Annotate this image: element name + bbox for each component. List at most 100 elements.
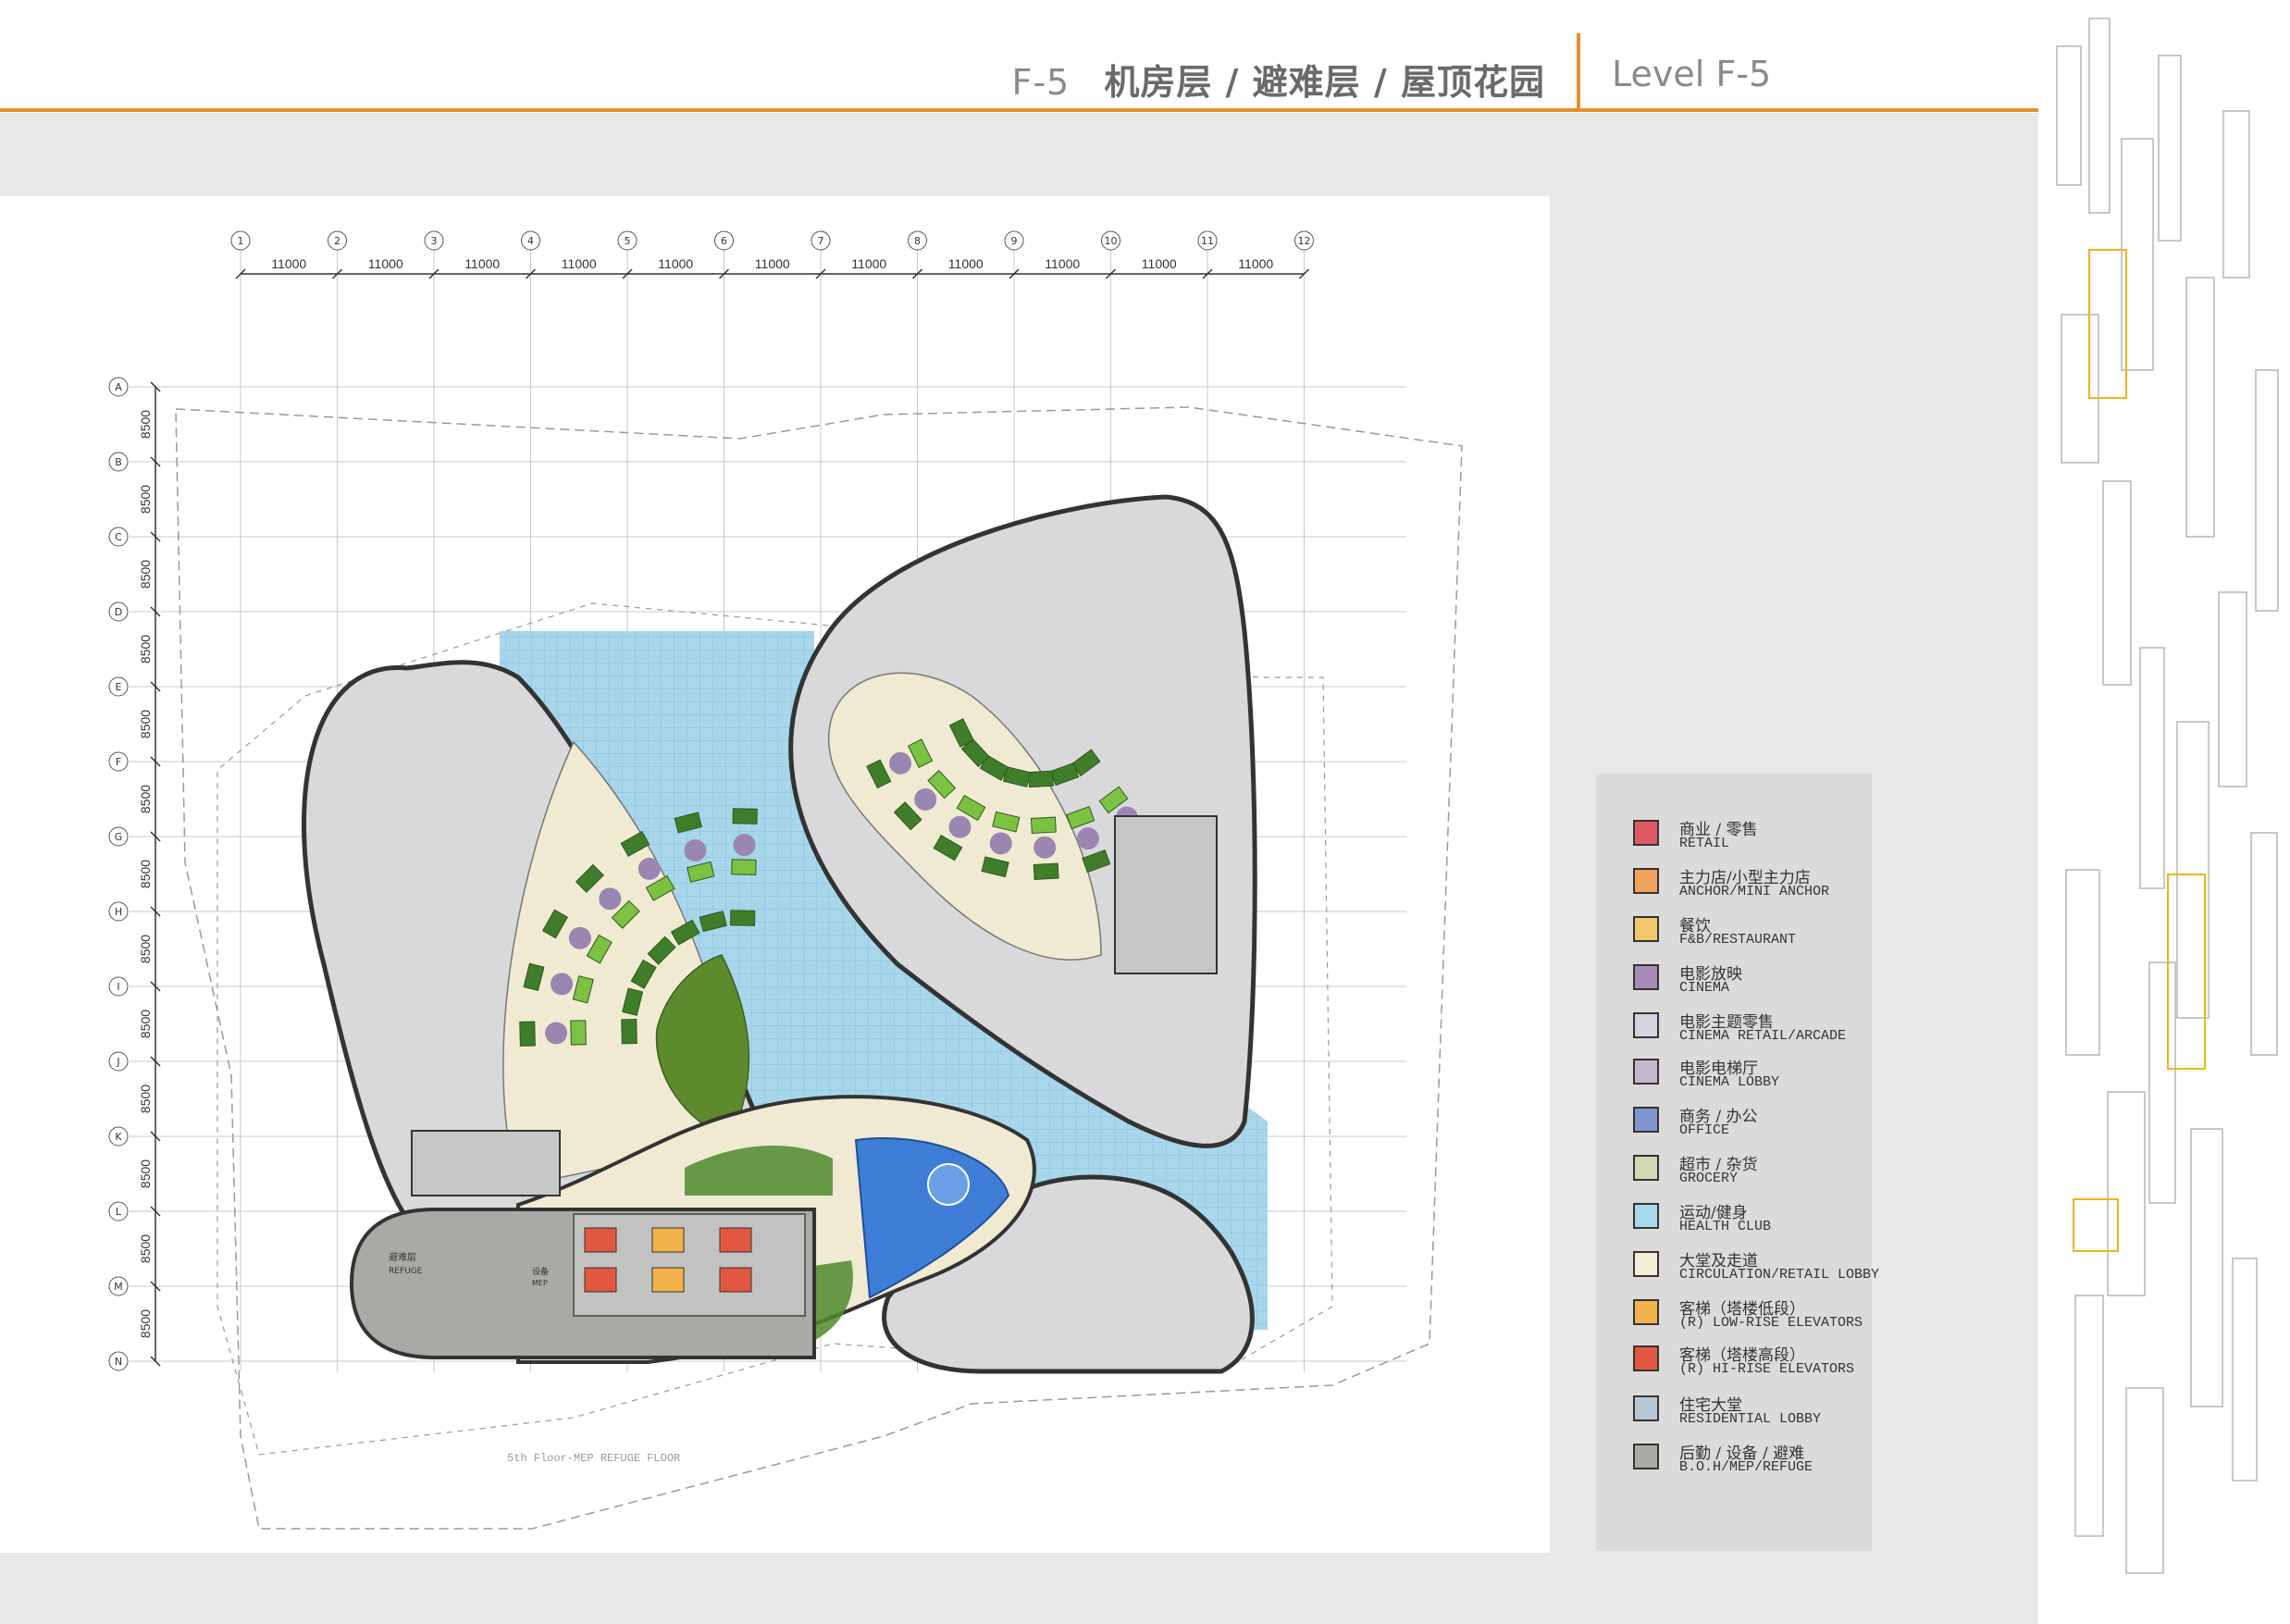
decorative-frame: [2107, 1091, 2146, 1296]
legend-label-en: RESIDENTIAL LOBBY: [1679, 1411, 1822, 1427]
planter: [1028, 770, 1055, 788]
row-dimension: 8500: [138, 560, 153, 589]
legend-swatch: [1633, 916, 1659, 942]
hi-rise-elevator: [719, 1267, 752, 1293]
legend-item: 住宅大堂 RESIDENTIAL LOBBY: [1633, 1392, 1864, 1436]
decorative-frame: [2232, 1258, 2258, 1481]
legend-item: 主力店/小型主力店 ANCHOR/MINI ANCHOR: [1633, 864, 1864, 909]
decorative-frame: [2065, 869, 2100, 1056]
planter: [519, 1021, 536, 1047]
column-dimension: 11000: [1142, 256, 1177, 271]
fountain: [927, 1163, 970, 1206]
legend-label-en: F&B/RESTAURANT: [1679, 932, 1797, 948]
tree: [545, 1022, 568, 1045]
refuge-label-zh: 避难层: [389, 1251, 416, 1263]
tree: [551, 973, 574, 996]
legend-item: 电影主题零售 CINEMA RETAIL/ARCADE: [1633, 1009, 1864, 1053]
decorative-accent-frame: [2073, 1198, 2119, 1252]
grid-column-label: 8: [914, 235, 921, 247]
legend-swatch: [1633, 1395, 1659, 1421]
legend-item: 后勤 / 设备 / 避难 B.O.H/MEP/REFUGE: [1633, 1440, 1864, 1484]
legend-item: 电影放映 CINEMA: [1633, 961, 1864, 1005]
title-divider: [1577, 33, 1580, 111]
legend-label-en: GROCERY: [1679, 1171, 1739, 1186]
legend-swatch: [1633, 1203, 1659, 1229]
legend-label-en: (R) LOW-RISE ELEVATORS: [1679, 1315, 1863, 1331]
grid-row-label: E: [116, 681, 122, 693]
grid-column-label: 5: [625, 235, 631, 247]
column-dimension: 11000: [368, 256, 403, 271]
grid-row-label: J: [116, 1056, 119, 1068]
legend-swatch: [1633, 868, 1659, 894]
decorative-frame: [2190, 1128, 2223, 1407]
planter: [1033, 862, 1059, 880]
legend-label-en: CINEMA RETAIL/ARCADE: [1679, 1028, 1847, 1044]
legend-label-en: (R) HI-RISE ELEVATORS: [1679, 1361, 1855, 1377]
grid-row-label: G: [115, 831, 123, 843]
planter: [730, 910, 756, 926]
grid-column-label: 4: [527, 235, 534, 247]
planter: [570, 1020, 587, 1046]
column-dimension: 11000: [851, 256, 886, 271]
legend-panel: 商业 / 零售 RETAIL 主力店/小型主力店 ANCHOR/MINI ANCHOR…: [1596, 774, 1879, 1551]
hi-rise-elevator: [719, 1227, 752, 1253]
legend-item: 客梯（塔楼低段） (R) LOW-RISE ELEVATORS: [1633, 1295, 1864, 1340]
legend-label-en: HEALTH CLUB: [1679, 1219, 1772, 1234]
row-dimension: 8500: [138, 485, 153, 514]
grid-column-label: 7: [818, 235, 824, 247]
tree: [1034, 836, 1057, 859]
grid-row-label: L: [116, 1206, 122, 1218]
column-dimension: 11000: [755, 256, 790, 271]
grid-column-label: 6: [721, 235, 727, 247]
row-dimension: 8500: [138, 1159, 153, 1188]
legend-swatch: [1633, 820, 1659, 846]
legend-label-en: B.O.H/MEP/REFUGE: [1679, 1459, 1813, 1475]
legend-swatch: [1633, 1299, 1659, 1325]
sheet-title: F-5 机房层 / 避难层 / 屋顶花园: [1011, 54, 1545, 105]
legend-item: 超市 / 杂货 GROCERY: [1633, 1151, 1864, 1196]
decorative-frame: [2102, 480, 2132, 686]
grid-row-label: M: [114, 1281, 123, 1293]
decorative-side-graphic: [2056, 18, 2279, 1574]
row-dimension: 8500: [138, 1085, 153, 1113]
legend-item: 电影电梯厅 CINEMA LOBBY: [1633, 1055, 1864, 1099]
mep-label-en: MEP: [532, 1279, 548, 1287]
legend-swatch: [1633, 1059, 1659, 1085]
planter: [1030, 816, 1057, 835]
planter: [621, 1019, 637, 1045]
tree: [948, 815, 972, 838]
row-dimension: 8500: [138, 935, 153, 963]
header-rule: [0, 108, 2038, 112]
decorative-frame: [2125, 1387, 2164, 1574]
decorative-frame: [2056, 45, 2082, 186]
row-dimension: 8500: [138, 410, 153, 439]
column-dimension: 11000: [658, 256, 693, 271]
row-dimension: 8500: [138, 785, 153, 813]
row-dimension: 8500: [138, 710, 153, 738]
refuge-label-en: REFUGE: [389, 1267, 423, 1276]
decorative-frame: [2088, 18, 2111, 214]
legend-swatch: [1633, 1345, 1659, 1371]
low-rise-elevator: [651, 1267, 685, 1293]
decorative-frame: [2176, 721, 2210, 1019]
legend-swatch: [1633, 1444, 1659, 1469]
legend-swatch: [1633, 1012, 1659, 1038]
low-rise-elevator: [651, 1227, 685, 1253]
column-dimension: 11000: [464, 256, 500, 271]
stair-core: [411, 1130, 561, 1196]
decorative-accent-frame: [2167, 874, 2206, 1070]
column-dimension: 11000: [1238, 256, 1273, 271]
legend-item: 商务 / 办公 OFFICE: [1633, 1103, 1864, 1147]
legend-item: 运动/健身 HEALTH CLUB: [1633, 1199, 1864, 1244]
tree: [568, 926, 591, 949]
legend-item: 餐饮 F&B/RESTAURANT: [1633, 912, 1864, 957]
grid-row-label: K: [115, 1131, 122, 1143]
tree: [684, 839, 707, 862]
legend-item: 客梯（塔楼高段） (R) HI-RISE ELEVATORS: [1633, 1342, 1864, 1386]
grid-column-label: 3: [431, 235, 438, 247]
grid-column-label: 9: [1011, 235, 1018, 247]
tree: [599, 887, 622, 911]
grid-column-label: 11: [1201, 235, 1214, 247]
grid-column-label: 10: [1105, 235, 1118, 247]
column-dimension: 11000: [948, 256, 984, 271]
